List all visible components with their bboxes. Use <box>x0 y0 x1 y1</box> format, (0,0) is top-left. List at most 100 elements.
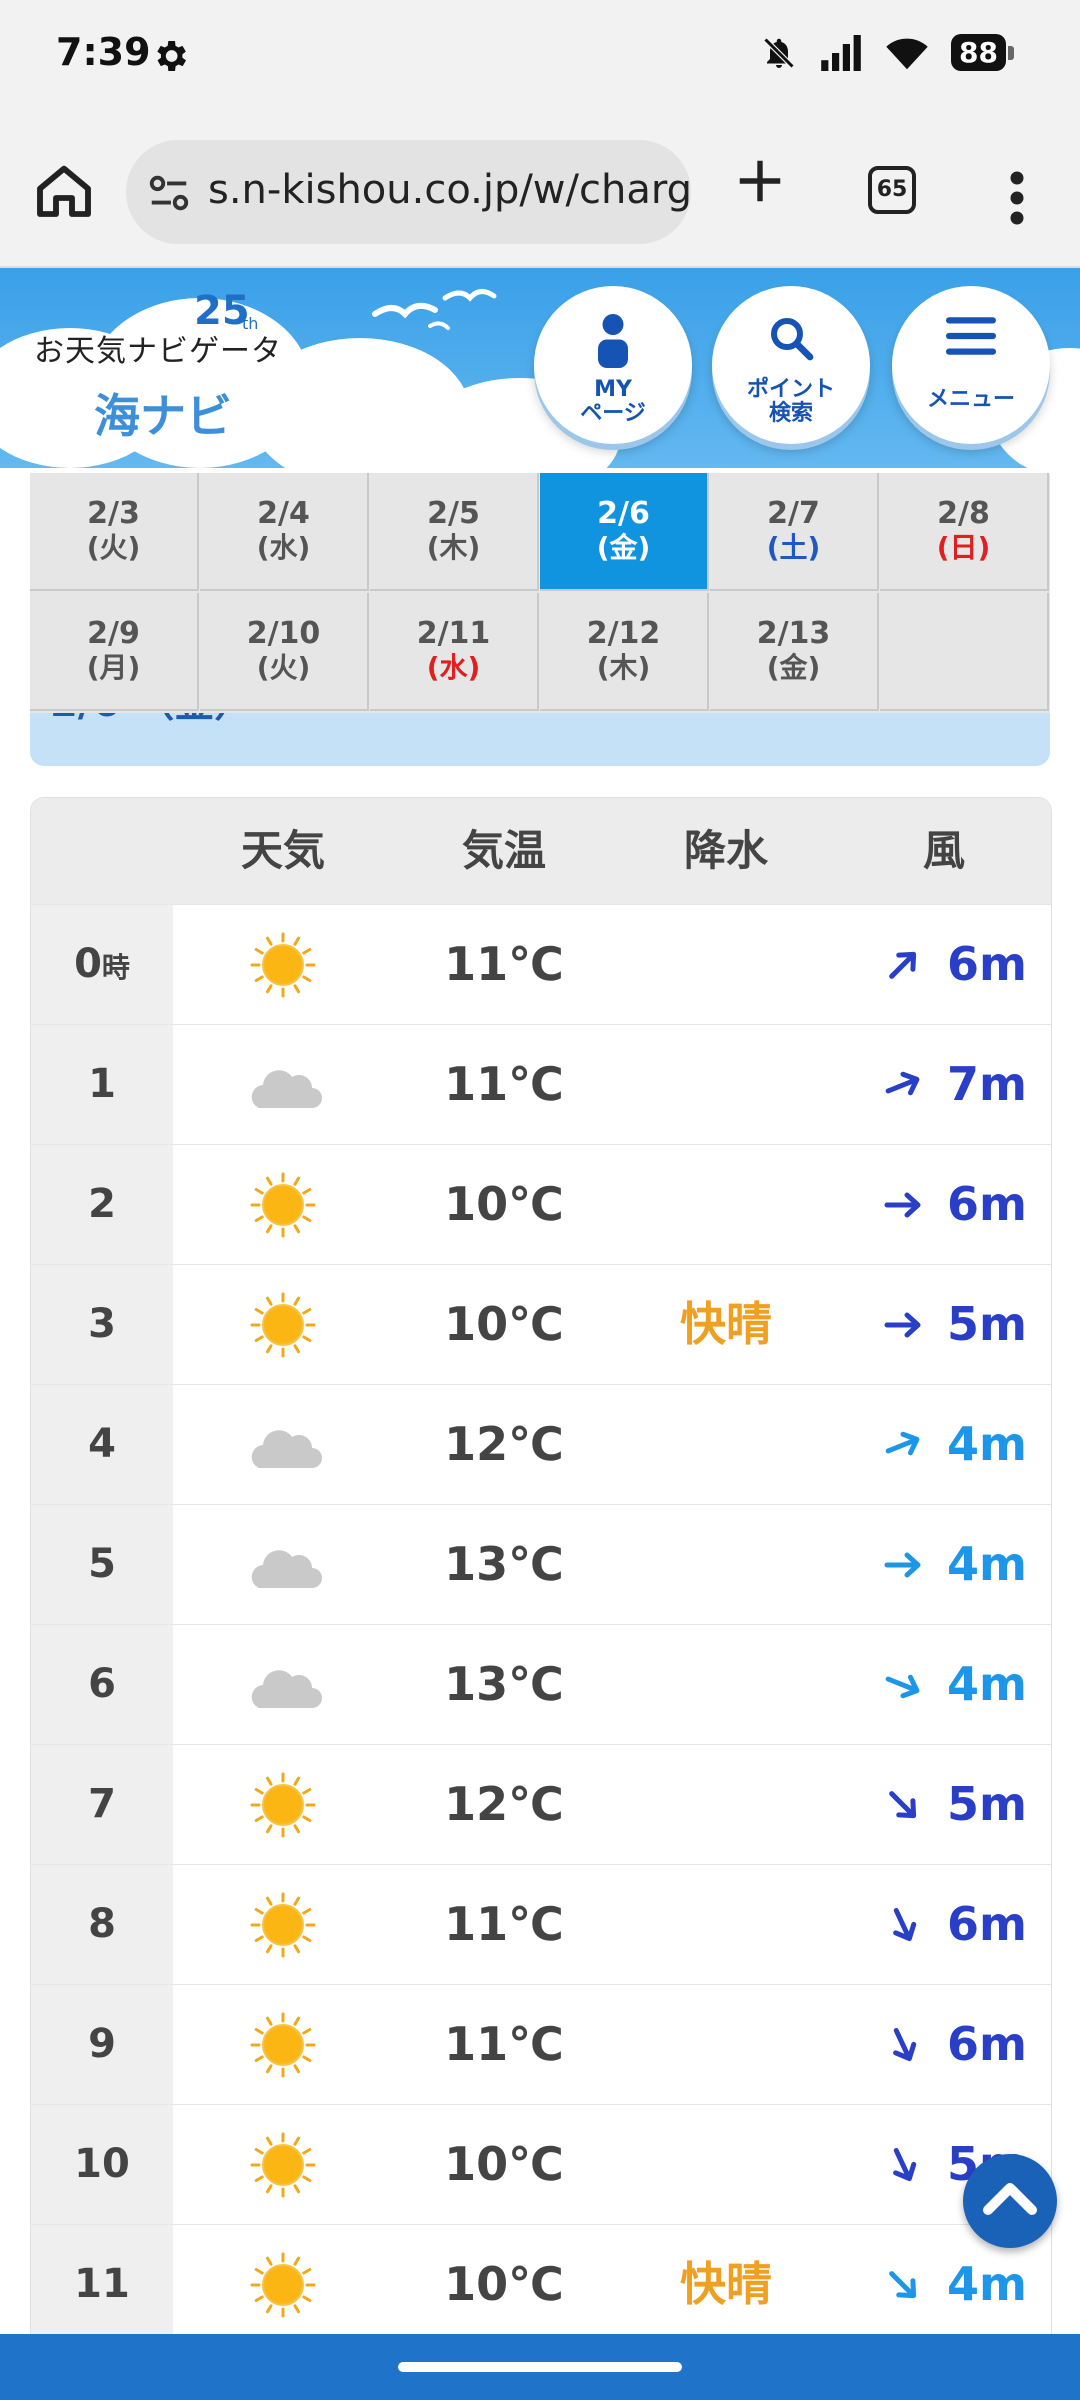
wind-arrow-icon <box>884 1192 921 1218</box>
weather-cell <box>173 1625 393 1744</box>
wind-arrow-icon <box>889 951 917 979</box>
home-icon[interactable] <box>32 158 96 222</box>
date-tab-2-8[interactable]: 2/8 (日) <box>880 473 1049 591</box>
header-precip: 降水 <box>683 826 768 875</box>
table-row: 2 10℃ 6m <box>31 1144 1051 1264</box>
cloudy-icon <box>251 1670 322 1708</box>
temp-cell: 11℃ <box>444 937 564 991</box>
wind-speed: 4m <box>947 1417 1027 1471</box>
date-tab-2-13[interactable]: 2/13 (金) <box>710 593 879 711</box>
date-tab-2-3[interactable]: 2/3 (火) <box>30 473 199 591</box>
weekday-label: (金) <box>766 651 821 684</box>
wind-cell: 5m <box>837 1265 1051 1384</box>
more-vert-icon[interactable] <box>1003 168 1031 228</box>
weather-cell <box>173 1025 393 1144</box>
sunny-icon <box>250 1892 316 1958</box>
hour-cell: 9 <box>31 1985 173 2104</box>
menu-label: メニュー <box>926 387 1015 412</box>
date-label: 2/11 <box>416 616 491 651</box>
wind-arrow-icon <box>885 1071 920 1096</box>
header-temp: 気温 <box>461 826 546 875</box>
weather-cell <box>173 1385 393 1504</box>
hour-cell: 4 <box>31 1385 173 1504</box>
weather-cell <box>173 2225 393 2344</box>
precip-cell <box>615 2105 837 2224</box>
temp-cell: 11℃ <box>444 1897 564 1951</box>
date-tab-2-4[interactable]: 2/4 (水) <box>200 473 369 591</box>
weather-cell <box>173 1145 393 1264</box>
hour-value: 9 <box>88 2021 116 2067</box>
plus-icon[interactable] <box>733 154 787 208</box>
gesture-handle[interactable] <box>398 2362 682 2372</box>
wind-arrow-icon <box>893 1907 917 1942</box>
hour-value: 8 <box>88 1901 116 1947</box>
tab-switcher-button[interactable]: 65 <box>868 166 916 214</box>
precip-cell <box>615 1985 837 2104</box>
date-tab-2-5[interactable]: 2/5 (木) <box>370 473 539 591</box>
precip-cell <box>615 905 837 1024</box>
date-tab-2-6[interactable]: 2/6 (金) <box>540 473 709 591</box>
weekday-label: (水) <box>256 531 311 564</box>
temp-cell: 11℃ <box>444 2017 564 2071</box>
table-row: 7 12℃ 5m <box>31 1744 1051 1864</box>
table-row: 4 12℃ 4m <box>31 1384 1051 1504</box>
wind-speed: 6m <box>947 1177 1027 1231</box>
hour-value: 11 <box>74 2261 130 2307</box>
precip-cell <box>615 1625 837 1744</box>
date-tab-2-11[interactable]: 2/11 (水) <box>370 593 539 711</box>
table-row: 3 10℃ 快晴 5m <box>31 1264 1051 1384</box>
temp-cell: 13℃ <box>444 1657 564 1711</box>
address-bar[interactable]: s.n-kishou.co.jp/w/charg <box>126 140 691 244</box>
cloudy-icon <box>251 1430 322 1468</box>
site-logo[interactable]: 25 th お天気ナビゲータ 海ナビ <box>34 288 281 443</box>
wind-arrow-icon <box>893 2147 917 2182</box>
header-wind: 風 <box>922 826 965 875</box>
point-search-label: ポイント 検索 <box>746 377 835 426</box>
temp-cell: 10℃ <box>444 1297 564 1351</box>
header-weather: 天気 <box>240 826 325 875</box>
sunny-icon <box>250 2132 316 2198</box>
point-search-button[interactable]: ポイント 検索 <box>712 286 870 444</box>
date-tab-2-10[interactable]: 2/10 (火) <box>200 593 369 711</box>
wind-arrow-icon <box>885 1431 920 1456</box>
hour-suffix: 時 <box>101 951 130 984</box>
wind-cell: 4m <box>837 1385 1051 1504</box>
table-row: 9 11℃ 6m <box>31 1984 1051 2104</box>
system-nav-bar <box>0 2334 1080 2400</box>
date-tab-empty <box>880 593 1049 711</box>
my-page-button[interactable]: MY ページ <box>534 286 692 444</box>
date-tab-2-9[interactable]: 2/9 (月) <box>30 593 199 711</box>
url-text[interactable]: s.n-kishou.co.jp/w/charg <box>208 167 691 213</box>
wind-cell: 6m <box>837 1985 1051 2104</box>
weather-cell <box>173 1985 393 2104</box>
hamburger-icon <box>946 317 996 355</box>
temp-cell: 10℃ <box>444 2137 564 2191</box>
menu-button[interactable]: メニュー <box>892 286 1050 444</box>
weather-cell <box>173 1865 393 1984</box>
hour-cell: 6 <box>31 1625 173 1744</box>
tune-icon[interactable] <box>146 170 192 216</box>
wind-speed: 7m <box>947 1057 1027 1111</box>
date-tab-2-12[interactable]: 2/12 (木) <box>540 593 709 711</box>
hour-cell: 2 <box>31 1145 173 1264</box>
hour-value: 1 <box>88 1061 116 1107</box>
temp-cell: 11℃ <box>444 1057 564 1111</box>
table-row: 1 11℃ 7m <box>31 1024 1051 1144</box>
temp-cell: 12℃ <box>444 1777 564 1831</box>
hour-value: 4 <box>88 1421 116 1467</box>
date-tab-2-7[interactable]: 2/7 (土) <box>710 473 879 591</box>
wind-cell: 5m <box>837 1745 1051 1864</box>
table-row: 5 13℃ 4m <box>31 1504 1051 1624</box>
date-label: 2/5 <box>427 496 480 531</box>
table-row: 11 10℃ 快晴 4m <box>31 2224 1051 2344</box>
wind-cell: 4m <box>837 1505 1051 1624</box>
hour-cell: 7 <box>31 1745 173 1864</box>
logo-title: お天気ナビゲータ <box>34 334 282 369</box>
date-label: 2/6 <box>597 496 650 531</box>
scroll-to-top-button[interactable] <box>963 2154 1057 2248</box>
precip-cell: 快晴 <box>680 2257 772 2311</box>
weekday-label: (土) <box>766 531 821 564</box>
wind-cell: 4m <box>837 1625 1051 1744</box>
date-selector: 2/3 (火) 2/4 (水) 2/5 (木) 2/6 (金) 2/7 (土) 2/8 (日) 2/9(… <box>30 473 1050 713</box>
search-icon <box>771 318 814 361</box>
